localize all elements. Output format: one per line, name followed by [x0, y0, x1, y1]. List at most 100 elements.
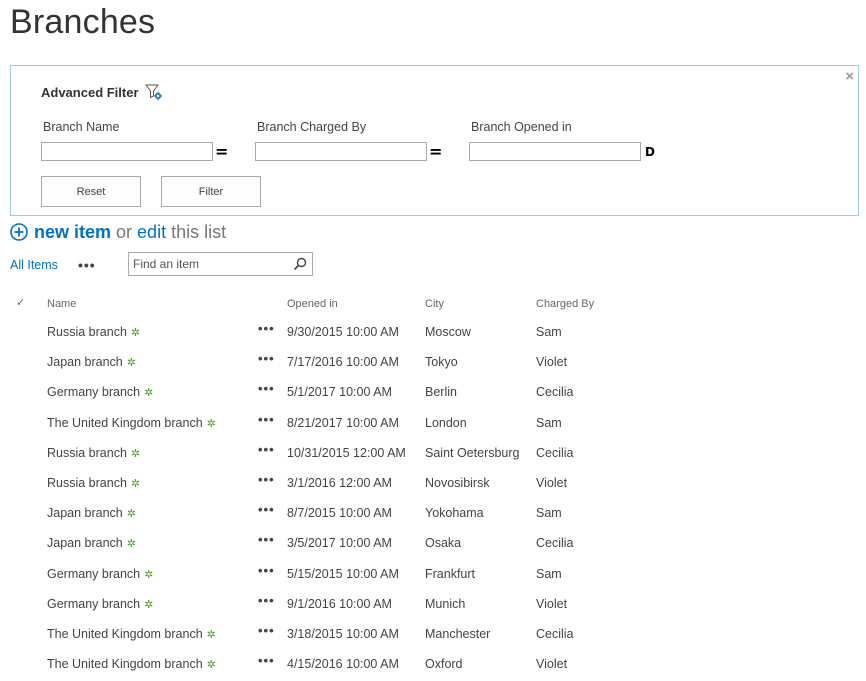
branch-name-label: Branch Name [43, 120, 120, 134]
item-city: London [425, 415, 467, 430]
item-name-link[interactable]: Japan branch ✲ [47, 355, 136, 369]
item-menu-button[interactable]: ••• [258, 442, 275, 457]
table-row[interactable]: Japan branch ✲ ••• 3/5/2017 10:00 AM Osaka Ce… [10, 529, 860, 559]
item-charged-by: Violet [536, 355, 568, 370]
new-item-link[interactable]: new item [34, 220, 111, 244]
filter-button[interactable]: Filter [161, 176, 261, 207]
item-menu-button[interactable]: ••• [258, 472, 275, 487]
item-name-link[interactable]: Germany branch ✲ [47, 385, 153, 399]
filter-title: Advanced Filter [41, 83, 163, 101]
item-menu-button[interactable]: ••• [258, 351, 275, 366]
item-charged-by: Cecilia [536, 445, 574, 460]
new-item-icon: ✲ [144, 568, 154, 581]
filter-field-branch-name: Branch Name = [41, 120, 228, 161]
item-name-text: Japan branch [47, 536, 123, 551]
item-menu-button[interactable]: ••• [258, 563, 275, 578]
item-charged-by: Sam [536, 506, 562, 521]
search-input[interactable] [129, 254, 287, 274]
table-row[interactable]: Russia branch ✲ ••• 3/1/2016 12:00 AM Novosi… [10, 469, 860, 499]
column-header-opened-in[interactable]: Opened in [287, 298, 338, 310]
item-opened-in: 9/1/2016 10:00 AM [287, 596, 392, 611]
table-row[interactable]: Germany branch ✲ ••• 5/1/2017 10:00 AM Berli… [10, 378, 860, 408]
branch-name-input[interactable] [41, 142, 213, 161]
item-name-text: Russia branch [47, 325, 127, 339]
column-header-charged-by[interactable]: Charged By [536, 298, 594, 310]
item-name-link[interactable]: The United Kingdom branch ✲ [47, 627, 216, 641]
item-opened-in: 9/30/2015 10:00 AM [287, 325, 399, 339]
new-item-icon: ✲ [206, 417, 216, 430]
column-header-city[interactable]: City [425, 298, 444, 310]
table-row[interactable]: Germany branch ✲ ••• 9/1/2016 10:00 AM Munic… [10, 590, 860, 620]
filter-field-branch-opened-in: Branch Opened in D [469, 120, 655, 161]
item-menu-button[interactable]: ••• [258, 321, 275, 336]
item-name-link[interactable]: The United Kingdom branch ✲ [47, 657, 216, 671]
add-circle-icon[interactable] [10, 223, 28, 241]
item-name-text: The United Kingdom branch [47, 626, 203, 641]
item-name-link[interactable]: Japan branch ✲ [47, 506, 136, 520]
item-menu-button[interactable]: ••• [258, 623, 275, 638]
item-name-text: Russia branch [47, 475, 127, 490]
item-charged-by: Sam [536, 325, 562, 339]
item-menu-button[interactable]: ••• [258, 412, 275, 427]
item-name-link[interactable]: Germany branch ✲ [47, 597, 153, 611]
item-opened-in: 3/18/2015 10:00 AM [287, 626, 399, 641]
new-item-icon: ✲ [144, 387, 154, 400]
new-item-bar: new item or edit this list [10, 220, 226, 244]
item-name-text: Germany branch [47, 596, 141, 611]
item-charged-by: Violet [536, 596, 568, 611]
table-row[interactable]: Japan branch ✲ ••• 7/17/2016 10:00 AM Tokyo V… [10, 348, 860, 378]
table-row[interactable]: Russia branch ✲ ••• 10/31/2015 12:00 AM Sain… [10, 439, 860, 469]
item-name-link[interactable]: Germany branch ✲ [47, 567, 153, 581]
item-name-link[interactable]: Russia branch ✲ [47, 476, 140, 490]
item-name-text: Germany branch [47, 566, 141, 581]
filter-title-label: Advanced Filter [41, 84, 139, 100]
item-city: Tokyo [425, 355, 458, 370]
item-city: Berlin [425, 385, 457, 400]
item-menu-button[interactable]: ••• [258, 653, 275, 668]
list-rows: Russia branch ✲ ••• 9/30/2015 10:00 AM Mosco… [10, 318, 860, 680]
view-all-items[interactable]: All Items [10, 258, 58, 272]
table-row[interactable]: Russia branch ✲ ••• 9/30/2015 10:00 AM Mosco… [10, 318, 860, 348]
item-name-link[interactable]: Japan branch ✲ [47, 536, 136, 550]
item-name-link[interactable]: The United Kingdom branch ✲ [47, 416, 216, 430]
table-row[interactable]: Germany branch ✲ ••• 5/15/2015 10:00 AM Fran… [10, 560, 860, 590]
item-menu-button[interactable]: ••• [258, 381, 275, 396]
search-icon[interactable] [293, 257, 307, 271]
branch-charged-by-label: Branch Charged By [257, 120, 367, 134]
item-name-link[interactable]: Russia branch ✲ [47, 446, 140, 460]
item-opened-in: 10/31/2015 12:00 AM [287, 445, 406, 460]
column-header-name[interactable]: Name [47, 298, 76, 310]
item-city: Yokohama [425, 506, 484, 521]
item-name-link[interactable]: Russia branch ✲ [47, 325, 140, 339]
item-menu-button[interactable]: ••• [258, 593, 275, 608]
item-city: Frankfurt [425, 566, 476, 581]
select-all-checkmark-icon[interactable]: ✓ [16, 296, 25, 309]
table-row[interactable]: The United Kingdom branch ✲ ••• 8/21/2017 1… [10, 409, 860, 439]
item-opened-in: 7/17/2016 10:00 AM [287, 355, 399, 370]
view-bar: All Items ••• [10, 252, 313, 277]
item-name-text: Germany branch [47, 385, 141, 400]
item-menu-button[interactable]: ••• [258, 532, 275, 547]
new-item-icon: ✲ [126, 538, 136, 551]
edit-list-link[interactable]: edit [137, 220, 166, 244]
close-icon[interactable]: × [845, 68, 854, 86]
page-title: Branches [10, 3, 156, 41]
new-item-icon: ✲ [126, 508, 136, 521]
item-opened-in: 3/1/2016 12:00 AM [287, 475, 392, 490]
table-row[interactable]: Japan branch ✲ ••• 8/7/2015 10:00 AM Yokoham… [10, 499, 860, 529]
table-row[interactable]: The United Kingdom branch ✲ ••• 3/18/2015 1… [10, 620, 860, 650]
new-item-icon: ✲ [206, 659, 216, 672]
more-views-button[interactable]: ••• [78, 258, 96, 272]
new-item-icon: ✲ [144, 598, 154, 611]
item-charged-by: Violet [536, 475, 568, 490]
table-row[interactable]: The United Kingdom branch ✲ ••• 4/15/2016 1… [10, 650, 860, 680]
item-charged-by: Cecilia [536, 385, 574, 400]
date-operator: D [645, 144, 655, 159]
branch-opened-in-input[interactable] [469, 142, 641, 161]
search-box [128, 252, 313, 276]
list-header: ✓ Name Opened in City Charged By [10, 290, 860, 318]
branch-charged-by-input[interactable] [255, 142, 427, 161]
item-menu-button[interactable]: ••• [258, 502, 275, 517]
reset-button[interactable]: Reset [41, 176, 141, 207]
item-charged-by: Sam [536, 415, 562, 430]
